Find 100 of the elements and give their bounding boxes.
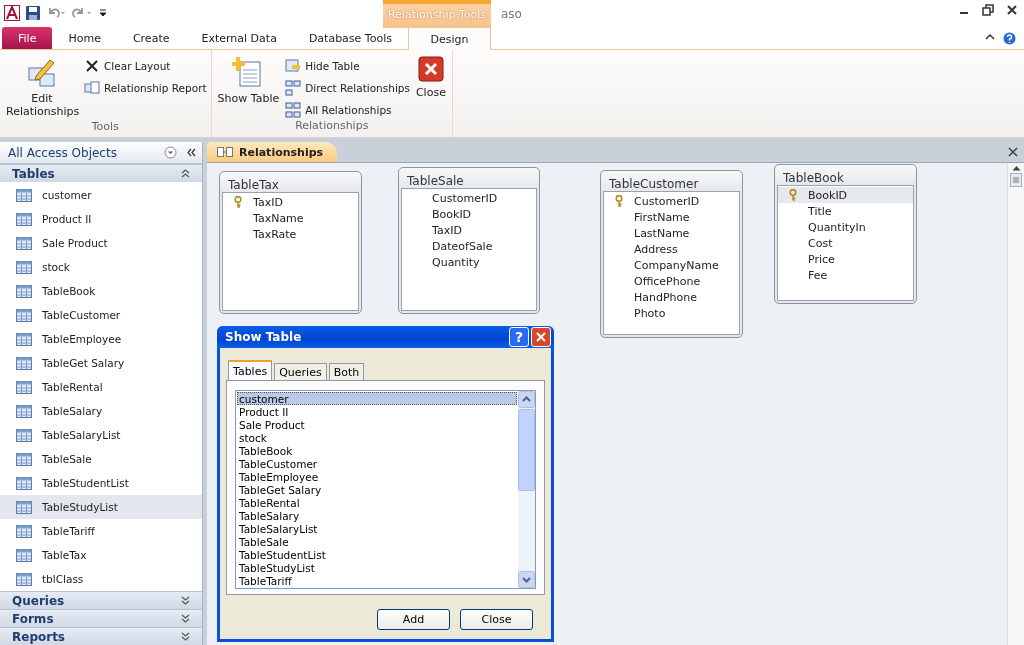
dialog-button[interactable]: Add <box>377 609 450 630</box>
list-item[interactable]: TableSale <box>237 535 517 548</box>
nav-section-header[interactable]: Queries <box>0 591 202 609</box>
list-item[interactable]: TableStudyList <box>237 561 517 574</box>
list-item[interactable]: TableTariff <box>237 574 517 587</box>
report-icon <box>84 79 100 96</box>
table-icon <box>16 212 32 226</box>
list-item[interactable]: TableStudentList <box>237 548 517 561</box>
key-icon <box>615 195 623 207</box>
table-icon <box>16 188 32 202</box>
help-icon[interactable] <box>1003 32 1016 45</box>
table-icon <box>16 284 32 298</box>
ribbon-tab[interactable]: Create <box>116 27 186 49</box>
collapse-ribbon-icon[interactable] <box>985 32 995 42</box>
customize-menu-icon[interactable] <box>98 7 108 19</box>
table-icon <box>16 404 32 418</box>
ribbon-button[interactable]: Hide Table <box>285 57 410 74</box>
expand-icon[interactable] <box>181 596 190 605</box>
scroll-up-icon[interactable] <box>1011 165 1021 171</box>
table-box[interactable]: TableBook BookID Title QuantityIn Cost Price Fee <box>774 164 917 304</box>
scrollbar[interactable] <box>518 391 535 588</box>
list-item[interactable]: TableGet Salary <box>237 483 517 496</box>
ribbon-button[interactable]: Clear Layout <box>84 57 207 74</box>
dialog-tab[interactable]: Tables <box>228 360 273 380</box>
ribbon-tab[interactable]: External Data <box>185 27 293 49</box>
table-icon <box>16 332 32 346</box>
scroll-down-icon[interactable] <box>518 571 535 588</box>
close-icon[interactable] <box>1006 4 1018 16</box>
close-button[interactable] <box>531 327 551 347</box>
ribbon-button[interactable]: Direct Relationships <box>285 79 410 96</box>
ribbon-button[interactable]: Edit Relationships <box>4 54 80 120</box>
table-title: TableSale <box>407 174 464 188</box>
nav-item[interactable]: TableStudyList <box>0 495 202 519</box>
scroll-up-icon[interactable] <box>518 391 535 408</box>
list-item[interactable]: TableCustomer <box>237 457 517 470</box>
dropdown-icon[interactable] <box>164 146 177 159</box>
table-icon <box>16 428 32 442</box>
expand-icon[interactable] <box>181 632 190 641</box>
group-label: Relationships <box>294 119 370 134</box>
nav-section-header[interactable]: Forms <box>0 609 202 627</box>
dialog-tab[interactable]: Both <box>328 363 365 380</box>
app-logo-icon <box>4 5 20 21</box>
table-icon <box>16 524 32 538</box>
save-icon[interactable] <box>26 6 40 20</box>
field-row[interactable]: BookID <box>778 187 913 203</box>
table-title: TableTax <box>228 178 279 192</box>
expand-icon[interactable] <box>181 614 190 623</box>
close-icon[interactable] <box>1008 147 1018 157</box>
nav-pane-title: All Access Objects <box>8 145 118 160</box>
table-icon <box>16 572 32 586</box>
list-item[interactable]: TableRental <box>237 496 517 509</box>
list-item[interactable]: TableSalary <box>237 509 517 522</box>
collapse-pane-icon[interactable] <box>187 148 196 157</box>
scroll-thumb[interactable] <box>1010 173 1022 187</box>
list-item[interactable]: TableEmployee <box>237 470 517 483</box>
table-icon <box>16 308 32 322</box>
ribbon-tab[interactable]: Database Tools <box>292 27 408 49</box>
ribbon-button[interactable]: Show Table <box>215 54 282 119</box>
table-icon <box>16 236 32 250</box>
document-tab[interactable]: Relationships <box>207 142 338 162</box>
table-icon <box>16 452 32 466</box>
ribbon-button[interactable]: Relationship Report <box>84 79 207 96</box>
dialog-tab[interactable]: Queries <box>274 363 327 380</box>
dialog-title: Show Table <box>225 330 303 344</box>
close-icon <box>417 56 444 82</box>
collapse-icon[interactable] <box>181 169 190 178</box>
ribbon-tab[interactable]: Design <box>407 27 491 50</box>
hide-table-icon <box>285 57 302 74</box>
list-item[interactable]: Product II <box>237 405 517 418</box>
list-item[interactable]: Sale Product <box>237 418 517 431</box>
ribbon-tab[interactable]: Home <box>52 27 117 49</box>
table-title: TableCustomer <box>609 177 699 191</box>
table-box[interactable]: TableSale CustomerID BookID TaxID DateofSale Quantity <box>398 167 540 314</box>
help-button[interactable]: ? <box>509 327 529 347</box>
group-label: Tools <box>90 120 120 135</box>
context-tab-label: Relationship Tools <box>383 0 491 28</box>
table-box[interactable]: TableCustomer CustomerID FirstName LastName Address CompanyName OfficePhone HandPhone Photo <box>600 170 743 338</box>
table-icon <box>16 476 32 490</box>
window-title: aso <box>501 7 522 21</box>
table-icon <box>16 548 32 562</box>
key-icon <box>789 189 797 201</box>
restore-icon[interactable] <box>982 4 994 16</box>
key-icon <box>234 196 242 208</box>
list-item[interactable]: customer <box>237 392 517 405</box>
ribbon-button[interactable]: All Relationships <box>285 101 410 118</box>
dialog-button[interactable]: Close <box>460 609 533 630</box>
relationships-icon <box>285 101 302 118</box>
file-tab[interactable]: File <box>2 27 53 49</box>
table-box[interactable]: TableTax TaxID TaxName TaxRate <box>219 171 362 314</box>
nav-section-header[interactable]: Tables <box>0 164 202 182</box>
table-icon <box>16 260 32 274</box>
list-item[interactable]: TableSalaryList <box>237 522 517 535</box>
nav-section-header[interactable]: Reports <box>0 627 202 645</box>
undo-icon[interactable] <box>46 7 66 19</box>
scrollbar[interactable] <box>1007 163 1024 645</box>
redo-icon[interactable] <box>72 7 92 19</box>
table-icon <box>16 356 32 370</box>
list-item[interactable]: TableBook <box>237 444 517 457</box>
list-item[interactable]: stock <box>237 431 517 444</box>
ribbon-button[interactable]: Close <box>413 54 448 119</box>
